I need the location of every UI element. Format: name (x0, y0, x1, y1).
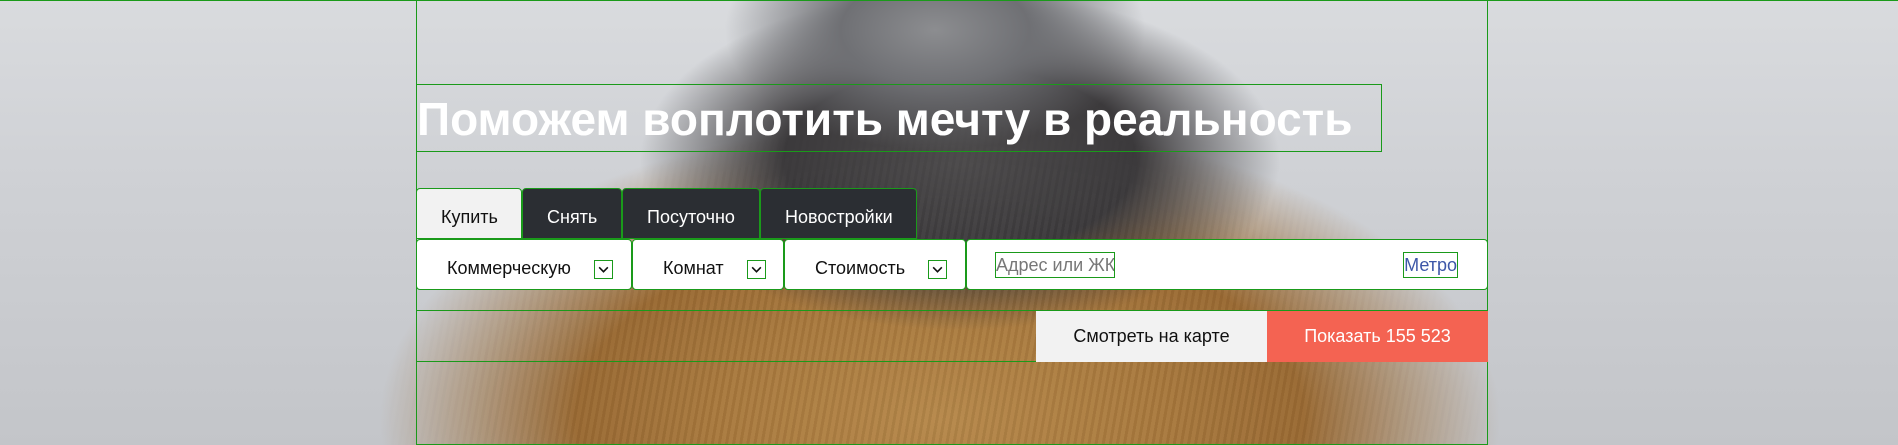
show-results-button[interactable]: Показать 155 523 (1267, 311, 1488, 362)
tab-posutochno[interactable]: Посуточно (622, 188, 760, 239)
show-on-map-button[interactable]: Смотреть на карте (1036, 311, 1267, 362)
chevron-down-icon (747, 260, 766, 279)
tab-snyat[interactable]: Снять (522, 188, 622, 239)
hero-container: Поможем воплотить мечту в реальность Куп… (416, 0, 1488, 445)
search-filters: Коммерческую Комнат Стоимость Метро (416, 239, 1488, 290)
price-value: Стоимость (815, 258, 906, 278)
address-search-box: Метро (966, 239, 1488, 290)
property-type-select[interactable]: Коммерческую (416, 239, 632, 290)
price-select[interactable]: Стоимость (784, 239, 966, 290)
chevron-down-icon (928, 260, 947, 279)
rooms-select[interactable]: Комнат (632, 239, 784, 290)
deal-type-tabs: Купить Снять Посуточно Новостройки (416, 188, 917, 239)
rooms-value: Комнат (663, 258, 724, 278)
tab-kupit[interactable]: Купить (416, 188, 522, 239)
property-type-value: Коммерческую (447, 258, 571, 278)
tab-novostroyki[interactable]: Новостройки (760, 188, 917, 239)
metro-link[interactable]: Метро (1403, 252, 1458, 278)
address-search-input[interactable] (995, 252, 1115, 278)
page-title: Поможем воплотить мечту в реальность (416, 84, 1382, 152)
chevron-down-icon (594, 260, 613, 279)
